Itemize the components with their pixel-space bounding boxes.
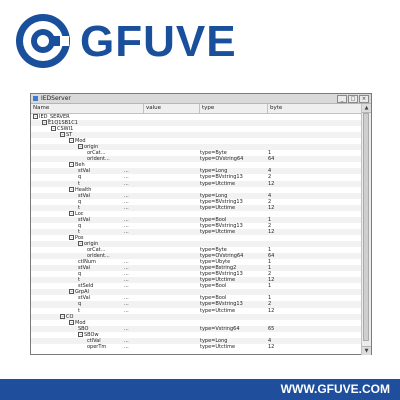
column-header-byte[interactable]: byte xyxy=(268,104,363,113)
window-controls: _ □ × xyxy=(337,95,369,103)
window-title: IEDServer xyxy=(41,95,71,102)
scroll-down-icon[interactable]: ▼ xyxy=(362,346,371,355)
collapse-icon[interactable]: − xyxy=(69,234,74,240)
tree-row-value: ... xyxy=(124,343,129,350)
footer-bar: WWW.GFUVE.COM xyxy=(0,379,400,400)
maximize-button[interactable]: □ xyxy=(348,95,358,103)
collapse-icon[interactable]: − xyxy=(78,331,83,337)
column-header-type[interactable]: type xyxy=(200,104,268,113)
brand-name: GFUVE xyxy=(80,17,237,66)
collapse-icon[interactable]: − xyxy=(69,138,74,144)
gfuve-logo-icon xyxy=(16,14,70,68)
brand-logo: GFUVE xyxy=(14,12,374,72)
collapse-icon[interactable]: − xyxy=(78,144,83,150)
collapse-icon[interactable]: − xyxy=(69,186,74,192)
collapse-icon[interactable]: − xyxy=(69,289,74,295)
collapse-icon[interactable]: − xyxy=(33,114,38,119)
scroll-up-icon[interactable]: ▲ xyxy=(362,104,371,113)
vertical-scrollbar[interactable]: ▲ ▼ xyxy=(361,104,371,355)
collapse-icon[interactable]: − xyxy=(60,132,65,138)
collapse-icon[interactable]: − xyxy=(42,120,47,126)
tree-row-name: operTm xyxy=(87,344,106,350)
collapse-icon[interactable]: − xyxy=(78,240,83,246)
collapse-icon[interactable]: − xyxy=(60,313,65,319)
app-icon xyxy=(33,96,38,101)
close-button[interactable]: × xyxy=(359,95,369,103)
tree-header: Name value type byte xyxy=(31,104,363,114)
collapse-icon[interactable]: − xyxy=(69,210,74,216)
tree-row-byte: 12 xyxy=(268,343,275,350)
tree-row[interactable]: operTm... type=Utctime 12 xyxy=(31,344,363,350)
column-header-value[interactable]: value xyxy=(144,104,200,113)
collapse-icon[interactable]: − xyxy=(69,162,74,168)
collapse-icon[interactable]: − xyxy=(69,319,74,325)
column-header-name[interactable]: Name xyxy=(31,104,144,113)
minimize-button[interactable]: _ xyxy=(337,95,347,103)
collapse-icon[interactable]: − xyxy=(51,126,56,132)
scroll-thumb[interactable] xyxy=(363,113,369,341)
window-titlebar[interactable]: IEDServer _ □ × xyxy=(31,94,371,104)
website-url: WWW.GFUVE.COM xyxy=(280,382,390,396)
tree-row-type: type=Utctime xyxy=(200,343,236,350)
ied-server-window: IEDServer _ □ × Name value type byte − IE… xyxy=(30,93,372,355)
tree-rows: − IED_SERVER − E1Q1SB1C1− CSWI1− ST − Mod − origi… xyxy=(31,114,363,355)
tree-row-label: operTm xyxy=(87,343,107,350)
